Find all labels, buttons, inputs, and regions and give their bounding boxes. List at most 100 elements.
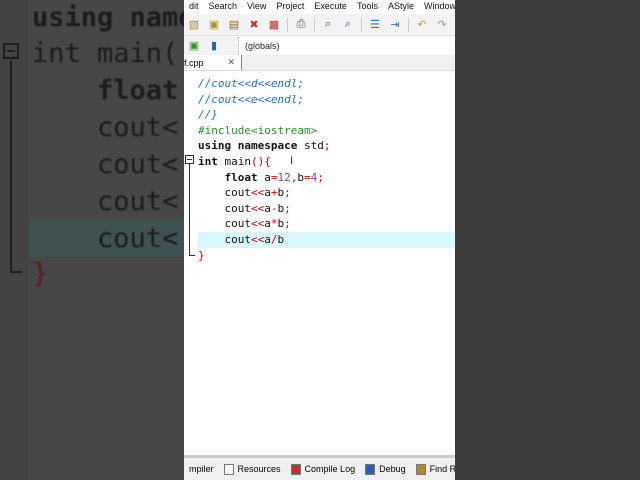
code-line[interactable]: int main(){	[198, 154, 455, 170]
bottom-tab-icon	[223, 463, 234, 475]
code-line[interactable]: }	[198, 248, 455, 264]
code-token: cout	[198, 233, 251, 246]
code-line[interactable]: float a=12,b=4;	[198, 170, 455, 186]
bottom-tab[interactable]: Compile Log	[286, 463, 361, 475]
unindent-icon[interactable]: ⇥	[385, 16, 405, 34]
code-line[interactable]: //cout<<e<<endl;	[198, 92, 455, 108]
bottom-tab-icon	[415, 463, 426, 475]
new-icon[interactable]: ▨	[184, 16, 204, 34]
code-token: <<	[250, 233, 265, 246]
background-fold-end	[10, 271, 22, 273]
menu-item[interactable]: Search	[204, 1, 243, 14]
code-token: =	[304, 170, 311, 184]
tab-label: f.cpp	[184, 57, 204, 68]
toolbar-separator	[287, 17, 288, 32]
code-token: a	[264, 217, 271, 231]
fold-line	[189, 164, 190, 256]
fold-end	[189, 255, 195, 256]
replace-icon[interactable]: ⌕	[338, 16, 358, 34]
code-token: cout	[198, 201, 251, 215]
menu-item[interactable]: dit	[184, 1, 204, 14]
bottom-panel-tabs: mpiler Resources Compile Log Debug Find Res	[184, 455, 455, 480]
tab-close-icon[interactable]: ✕	[227, 57, 235, 68]
devcpp-window: dit Search View Project Execute Tools AStyle Wi…	[184, 0, 455, 480]
code-token: }	[198, 248, 205, 262]
background-code-line: }	[32, 258, 49, 289]
code-line[interactable]: cout<<a-b;	[198, 201, 455, 217]
code-token: float	[224, 170, 258, 184]
background-fold-icon	[3, 43, 19, 59]
menu-item[interactable]: Project	[271, 1, 309, 14]
code-token: b	[277, 233, 285, 246]
background-code-line: float	[32, 75, 179, 106]
code-token: =	[270, 170, 278, 184]
code-token: int	[198, 155, 218, 168]
bottom-tab-icon	[290, 463, 301, 475]
code-token: cout	[198, 186, 251, 200]
toolbar-separator	[361, 17, 362, 32]
bottom-tab-label: Debug	[379, 464, 406, 474]
print-icon[interactable]: ⎙	[291, 16, 311, 34]
code-token: a	[264, 233, 271, 246]
code-token: using namespace	[198, 139, 298, 153]
code-token: ;	[323, 139, 331, 153]
code-token: b	[297, 170, 304, 184]
background-code-line: using name	[32, 2, 186, 33]
code-token: ;	[284, 201, 291, 215]
close-all-icon[interactable]: ▩	[264, 16, 284, 34]
code-token: //}	[198, 108, 218, 122]
blurred-background-right	[455, 0, 640, 480]
bottom-tab[interactable]: Debug	[360, 463, 411, 475]
code-token: #include<iostream>	[198, 123, 318, 137]
save-icon[interactable]: ▣	[204, 16, 224, 34]
background-gutter	[0, 0, 28, 480]
code-token: main	[217, 155, 251, 168]
code-line[interactable]: //}	[198, 107, 455, 123]
blurred-background-left: using name int main( float cout< cout< co…	[0, 0, 186, 480]
background-code-line: int main(	[32, 38, 179, 69]
code-token: <<	[250, 186, 265, 200]
background-code-line: cout<	[32, 223, 179, 254]
close-icon[interactable]: ✖	[244, 16, 264, 34]
code-token: 12	[277, 170, 291, 184]
code-line[interactable]: using namespace std;	[198, 138, 455, 154]
background-code-line: cout<	[32, 186, 179, 217]
menu-item[interactable]: View	[242, 1, 271, 14]
indent-icon[interactable]: ☰	[365, 16, 385, 34]
code-token: cout	[198, 217, 251, 231]
bottom-tab[interactable]: mpiler	[184, 464, 219, 474]
code-token: std	[297, 139, 324, 153]
find-icon[interactable]: ⌕	[318, 16, 338, 34]
code-token: a	[257, 170, 271, 184]
menu-item[interactable]: Tools	[352, 1, 383, 14]
tab-file[interactable]: f.cpp ✕	[184, 55, 242, 70]
code-token: ;	[284, 217, 291, 231]
redo-icon[interactable]: ↷	[432, 16, 452, 34]
code-line[interactable]: cout<<a/b	[198, 232, 455, 248]
code-line[interactable]: cout<<a+b;	[198, 185, 455, 201]
save-all-icon[interactable]: ▤	[224, 16, 244, 34]
bottom-tab-label: mpiler	[189, 464, 214, 474]
code-editor[interactable]: //cout<<d<<endl; //cout<<e<<endl; //} #incl…	[184, 71, 455, 455]
code-token: ;	[317, 170, 324, 184]
fold-collapse-icon[interactable]	[185, 155, 194, 164]
code-line[interactable]: #include<iostream>	[198, 123, 455, 139]
menu-item[interactable]: Window	[419, 1, 455, 14]
menu-item[interactable]: AStyle	[383, 1, 419, 14]
code-token: //cout<<d<<endl;	[198, 77, 304, 90]
text-cursor-icon: I	[290, 155, 294, 167]
bottom-tab[interactable]: Resources	[219, 463, 286, 475]
code-line[interactable]: cout<<a*b;	[198, 216, 455, 232]
scope-selector[interactable]: (globals)	[238, 36, 455, 55]
bottom-tab-label: Resources	[237, 464, 281, 474]
menu-item[interactable]: Execute	[309, 1, 352, 14]
bookmark-icon[interactable]: ▮	[204, 37, 224, 55]
code-token: ;	[284, 186, 291, 200]
code-line[interactable]: //cout<<d<<endl;	[198, 76, 455, 92]
bottom-tab[interactable]: Find Res	[411, 463, 455, 475]
undo-icon[interactable]: ↶	[412, 16, 432, 34]
add-class-icon[interactable]: ▣	[184, 37, 204, 55]
file-tabs: f.cpp ✕	[184, 55, 455, 71]
code-token: //cout<<e<<endl;	[198, 92, 304, 106]
background-code-line: cout<	[32, 149, 179, 180]
